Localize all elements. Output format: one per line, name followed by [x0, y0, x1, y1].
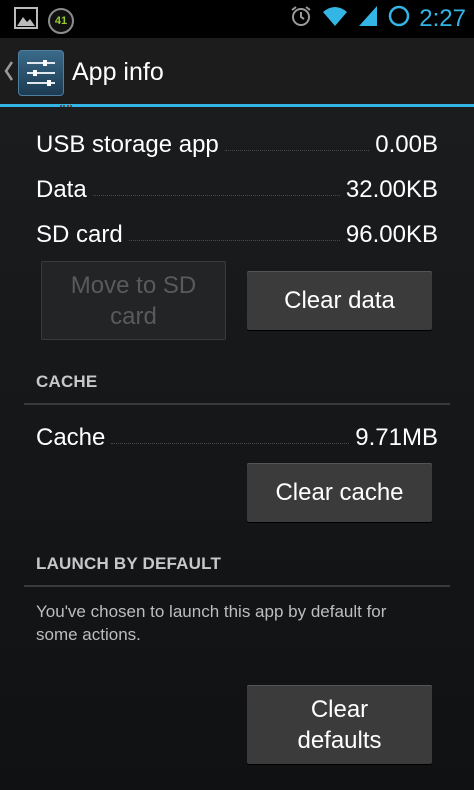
row-label: Data [36, 176, 87, 203]
up-caret-icon[interactable] [4, 60, 14, 82]
status-bar: 41 2:27 [0, 0, 474, 38]
status-clock: 2:27 [419, 4, 466, 32]
action-bar: App info [0, 38, 474, 107]
leader-dots [111, 442, 350, 444]
launch-default-section-header: LAUNCH BY DEFAULT [36, 554, 222, 573]
row-value: 96.00KB [345, 221, 438, 248]
row-label: Cache [36, 424, 106, 451]
row-value: 32.00KB [345, 176, 438, 203]
gallery-icon [14, 7, 38, 34]
clear-data-button[interactable]: Clear data [247, 271, 432, 330]
launch-default-description: You've chosen to launch this app by defa… [36, 602, 387, 644]
status-bar-system: 2:27 [289, 4, 466, 33]
row-label: USB storage app [36, 131, 219, 158]
row-value: 0.00B [375, 131, 438, 158]
cache-divider [24, 403, 450, 405]
alarm-icon [289, 4, 313, 33]
launch-default-divider [24, 585, 450, 587]
leader-dots [128, 239, 340, 241]
wifi-icon [321, 4, 349, 33]
move-to-sd-card-button[interactable]: Move to SD card [41, 261, 226, 340]
clear-cache-button[interactable]: Clear cache [247, 463, 432, 522]
cache-row: Cache 9.71MB [36, 416, 438, 452]
settings-app-icon[interactable] [18, 50, 64, 96]
signal-icon [357, 4, 379, 33]
status-bar-notifications: 41 [14, 7, 74, 34]
cache-section-header: CACHE [36, 372, 98, 391]
storage-row-data: Data 32.00KB [36, 168, 438, 204]
row-label: SD card [36, 221, 123, 248]
clear-defaults-button[interactable]: Clear defaults [247, 685, 432, 764]
leader-dots [224, 149, 370, 151]
leader-dots [92, 194, 340, 196]
scrolled-content-edge [60, 99, 72, 107]
notification-badge-icon: 41 [48, 7, 74, 34]
page-title: App info [72, 58, 164, 86]
row-value: 9.71MB [355, 424, 438, 451]
app-info-content[interactable]: USB storage app 0.00B Data 32.00KB SD ca… [0, 105, 474, 790]
battery-charging-icon [387, 4, 411, 33]
storage-row-sd-card: SD card 96.00KB [36, 213, 438, 249]
storage-row-usb: USB storage app 0.00B [36, 123, 438, 159]
